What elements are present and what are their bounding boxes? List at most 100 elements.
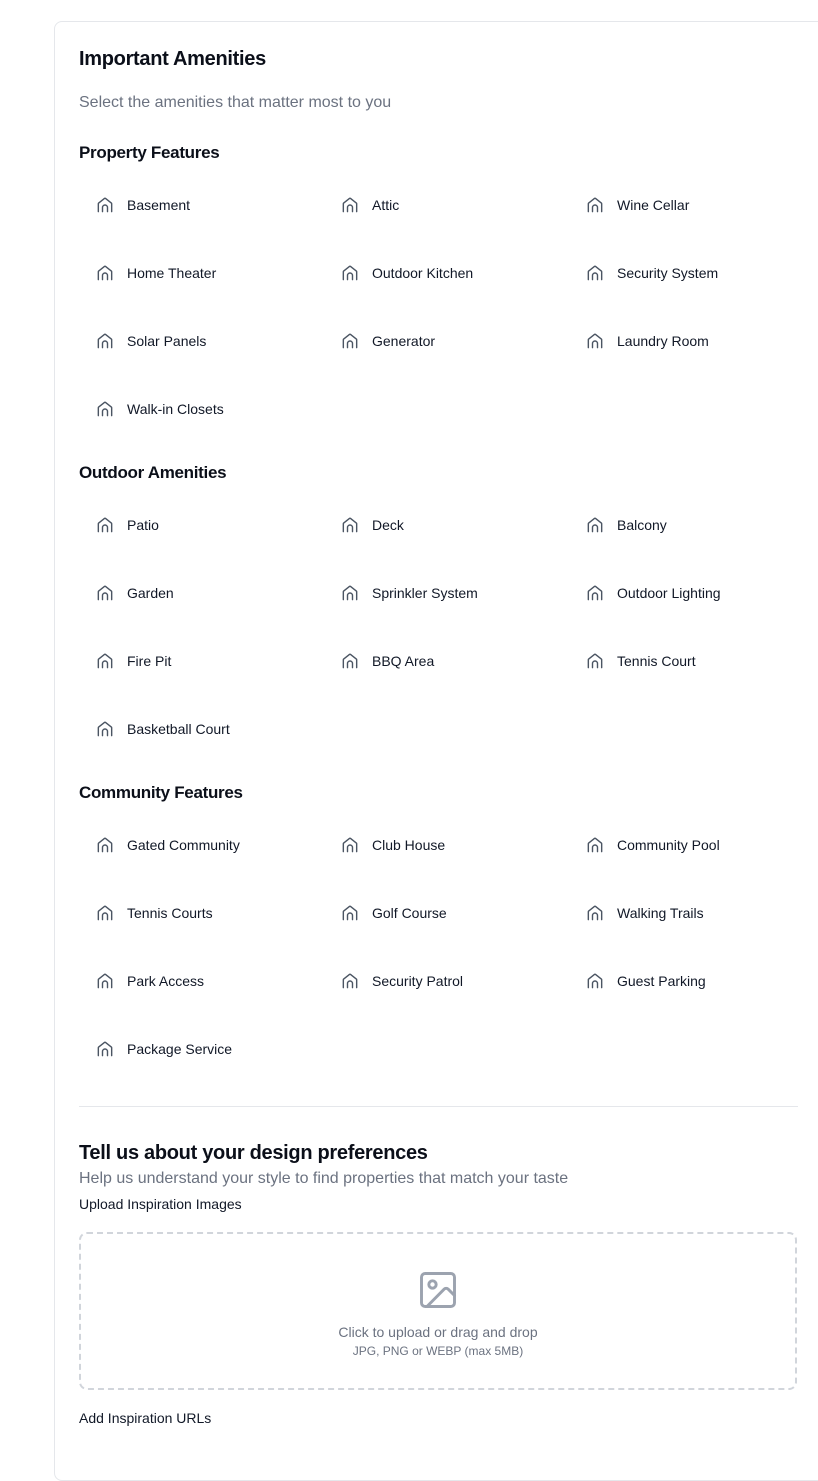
amenity-option-patio[interactable]: Patio — [79, 503, 324, 547]
amenity-label: Walk-in Closets — [127, 401, 224, 417]
amenity-label: Tennis Court — [617, 653, 696, 669]
home-icon — [340, 331, 360, 351]
amenity-label: Attic — [372, 197, 400, 213]
amenity-label: Community Pool — [617, 837, 720, 853]
home-icon — [95, 971, 115, 991]
home-icon — [340, 263, 360, 283]
community-features-grid: Gated Community Club House Community Pool T… — [79, 823, 814, 1095]
amenity-option-outdoor-kitchen[interactable]: Outdoor Kitchen — [324, 251, 569, 295]
home-icon — [340, 583, 360, 603]
outdoor-amenities-grid: Patio Deck Balcony Garden Sprinkler System Ou… — [79, 503, 814, 775]
amenity-option-security-system[interactable]: Security System — [569, 251, 814, 295]
amenity-label: Home Theater — [127, 265, 217, 281]
home-icon — [585, 583, 605, 603]
amenity-label: Golf Course — [372, 905, 447, 921]
upload-images-label: Upload Inspiration Images — [79, 1196, 242, 1212]
amenity-label: Security System — [617, 265, 719, 281]
home-icon — [340, 971, 360, 991]
amenity-option-golf-course[interactable]: Golf Course — [324, 891, 569, 935]
amenity-label: Garden — [127, 585, 174, 601]
design-preferences-title: Tell us about your design preferences — [79, 1142, 428, 1164]
group-title-community-features: Community Features — [79, 783, 243, 802]
amenity-option-community-pool[interactable]: Community Pool — [569, 823, 814, 867]
home-icon — [340, 835, 360, 855]
amenity-option-wine-cellar[interactable]: Wine Cellar — [569, 183, 814, 227]
amenity-option-attic[interactable]: Attic — [324, 183, 569, 227]
amenity-option-park-access[interactable]: Park Access — [79, 959, 324, 1003]
amenity-option-basement[interactable]: Basement — [79, 183, 324, 227]
amenity-option-bbq-area[interactable]: BBQ Area — [324, 639, 569, 683]
amenity-option-balcony[interactable]: Balcony — [569, 503, 814, 547]
amenity-label: Outdoor Lighting — [617, 585, 721, 601]
section-subtitle: Select the amenities that matter most to… — [79, 94, 392, 111]
amenities-card: Important Amenities Select the amenities… — [54, 21, 818, 1481]
amenity-label: Gated Community — [127, 837, 240, 853]
image-upload-dropzone[interactable]: Click to upload or drag and drop JPG, PN… — [79, 1232, 797, 1390]
amenity-option-guest-parking[interactable]: Guest Parking — [569, 959, 814, 1003]
property-features-grid: Basement Attic Wine Cellar Home Theater Outd… — [79, 183, 814, 455]
section-title: Important Amenities — [79, 48, 266, 70]
home-icon — [340, 515, 360, 535]
group-title-property-features: Property Features — [79, 143, 220, 162]
amenity-option-basketball-court[interactable]: Basketball Court — [79, 707, 324, 751]
amenity-option-solar-panels[interactable]: Solar Panels — [79, 319, 324, 363]
amenity-option-garden[interactable]: Garden — [79, 571, 324, 615]
home-icon — [340, 195, 360, 215]
amenity-label: Wine Cellar — [617, 197, 690, 213]
home-icon — [95, 651, 115, 671]
amenity-label: Sprinkler System — [372, 585, 478, 601]
amenity-label: BBQ Area — [372, 653, 435, 669]
section-divider — [79, 1106, 798, 1107]
home-icon — [585, 651, 605, 671]
home-icon — [95, 1039, 115, 1059]
amenity-option-outdoor-lighting[interactable]: Outdoor Lighting — [569, 571, 814, 615]
amenity-option-tennis-courts[interactable]: Tennis Courts — [79, 891, 324, 935]
amenity-label: Laundry Room — [617, 333, 709, 349]
amenity-label: Basketball Court — [127, 721, 230, 737]
dropzone-hint: JPG, PNG or WEBP (max 5MB) — [352, 1344, 524, 1358]
home-icon — [585, 971, 605, 991]
amenity-option-club-house[interactable]: Club House — [324, 823, 569, 867]
amenity-label: Patio — [127, 517, 159, 533]
amenity-label: Fire Pit — [127, 653, 172, 669]
home-icon — [95, 903, 115, 923]
amenity-option-deck[interactable]: Deck — [324, 503, 569, 547]
amenity-option-security-patrol[interactable]: Security Patrol — [324, 959, 569, 1003]
amenity-label: Park Access — [127, 973, 205, 989]
home-icon — [585, 263, 605, 283]
group-title-outdoor-amenities: Outdoor Amenities — [79, 463, 227, 482]
home-icon — [95, 583, 115, 603]
home-icon — [585, 331, 605, 351]
amenity-option-fire-pit[interactable]: Fire Pit — [79, 639, 324, 683]
amenity-option-gated-community[interactable]: Gated Community — [79, 823, 324, 867]
home-icon — [95, 835, 115, 855]
amenity-option-home-theater[interactable]: Home Theater — [79, 251, 324, 295]
inspiration-urls-label: Add Inspiration URLs — [79, 1410, 212, 1426]
amenity-option-tennis-court[interactable]: Tennis Court — [569, 639, 814, 683]
amenity-label: Guest Parking — [617, 973, 706, 989]
amenity-option-walk-in-closets[interactable]: Walk-in Closets — [79, 387, 324, 431]
home-icon — [585, 903, 605, 923]
amenity-label: Solar Panels — [127, 333, 207, 349]
home-icon — [95, 195, 115, 215]
amenity-label: Balcony — [617, 517, 667, 533]
home-icon — [95, 331, 115, 351]
amenity-option-package-service[interactable]: Package Service — [79, 1027, 324, 1071]
amenity-label: Club House — [372, 837, 446, 853]
amenity-option-generator[interactable]: Generator — [324, 319, 569, 363]
design-preferences-subtitle: Help us understand your style to find pr… — [79, 1170, 569, 1187]
home-icon — [585, 835, 605, 855]
home-icon — [95, 399, 115, 419]
amenity-option-sprinkler-system[interactable]: Sprinkler System — [324, 571, 569, 615]
amenity-option-laundry-room[interactable]: Laundry Room — [569, 319, 814, 363]
amenity-label: Security Patrol — [372, 973, 464, 989]
home-icon — [585, 515, 605, 535]
home-icon — [95, 515, 115, 535]
amenity-label: Walking Trails — [617, 905, 704, 921]
dropzone-text: Click to upload or drag and drop — [338, 1324, 538, 1340]
amenity-label: Package Service — [127, 1041, 233, 1057]
home-icon — [340, 903, 360, 923]
image-icon — [420, 1272, 456, 1308]
amenity-label: Outdoor Kitchen — [372, 265, 474, 281]
amenity-option-walking-trails[interactable]: Walking Trails — [569, 891, 814, 935]
